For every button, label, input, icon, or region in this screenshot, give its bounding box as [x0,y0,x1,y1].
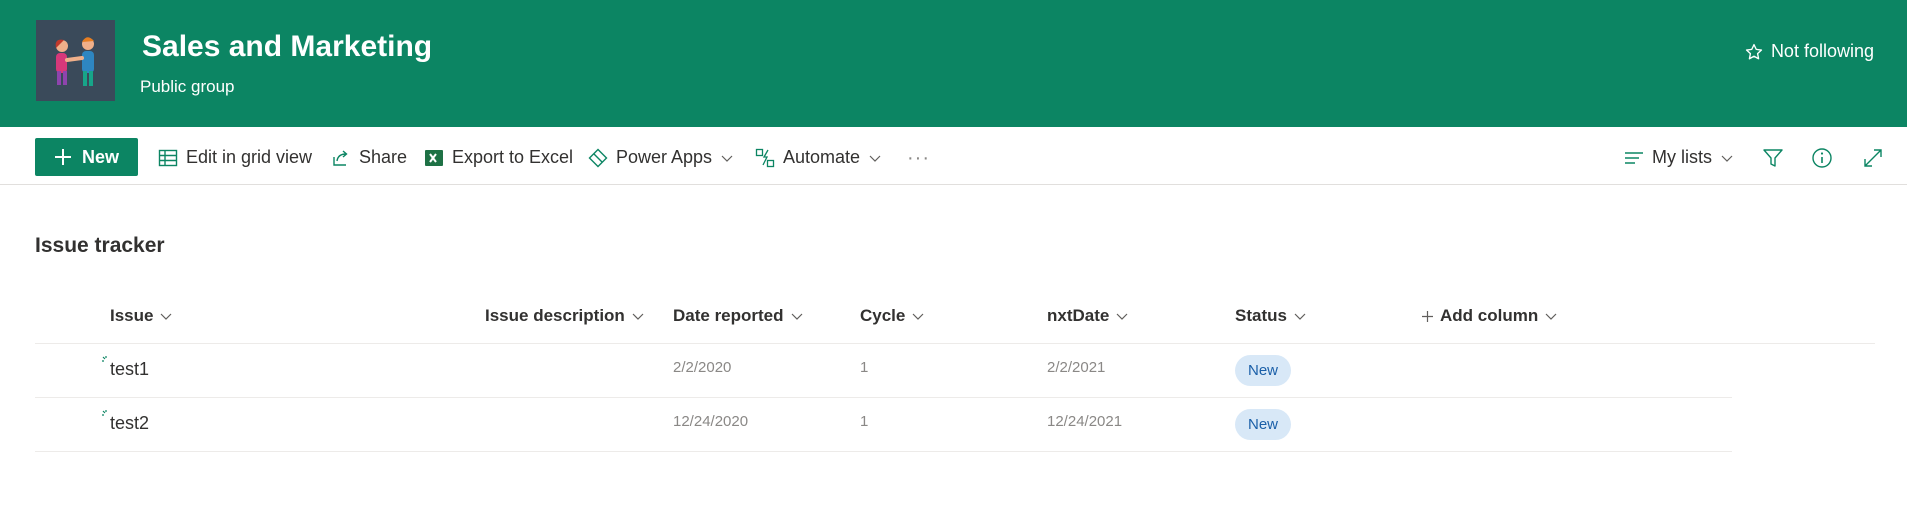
excel-icon [425,149,443,166]
issue-title-link[interactable]: test1 [110,359,149,380]
table-row[interactable]: test1 2/2/2020 1 2/2/2021 New [35,344,1732,398]
site-header: Sales and Marketing Public group Not fol… [0,0,1907,127]
power-apps-button[interactable]: Power Apps [588,147,734,168]
more-button[interactable]: ··· [907,147,930,170]
edit-grid-button[interactable]: Edit in grid view [158,147,312,168]
chevron-down-icon [721,155,733,162]
views-label: My lists [1652,147,1712,167]
handshake-icon [55,37,94,86]
status-badge: New [1235,355,1291,386]
nxtdate-cell: 12/24/2021 [1047,413,1123,430]
column-header-label: nxtDate [1047,306,1110,325]
column-header-label: Issue description [485,306,625,325]
expand-icon[interactable] [1862,147,1884,169]
command-bar: New Edit in grid view Share Export to Ex… [0,127,1907,185]
column-header-cycle[interactable]: Cycle [860,306,925,326]
column-header-label: Date reported [673,306,784,325]
share-label: Share [359,147,408,167]
filter-icon[interactable] [1762,147,1784,169]
new-label: New [81,146,119,167]
column-header-issue-description[interactable]: Issue description [485,306,645,326]
add-column-label: Add column [1440,306,1539,325]
grid-icon [158,149,178,166]
site-title[interactable]: Sales and Marketing [142,30,432,64]
edit-grid-label: Edit in grid view [186,147,313,167]
site-subtitle: Public group [140,77,235,96]
chevron-down-icon [1721,155,1733,162]
chevron-down-icon [1294,313,1306,320]
plus-icon [54,149,71,165]
chevron-down-icon [912,313,924,320]
export-label: Export to Excel [452,147,574,167]
column-header-date-reported[interactable]: Date reported [673,306,804,326]
share-icon [333,149,348,166]
follow-button[interactable]: Not following [1745,41,1874,62]
column-header-label: Cycle [860,306,906,325]
follow-label: Not following [1770,41,1874,61]
export-excel-button[interactable]: Export to Excel [424,147,573,168]
views-button[interactable]: My lists [1624,147,1734,168]
automate-icon [755,148,775,167]
column-header-nxtdate[interactable]: nxtDate [1047,306,1129,326]
date-reported-cell: 2/2/2020 [673,359,732,376]
list-title: Issue tracker [35,234,165,257]
chevron-down-icon [869,155,881,162]
new-button[interactable]: New [35,138,138,176]
column-header-status[interactable]: Status [1235,306,1307,326]
share-button[interactable]: Share [331,147,407,168]
automate-button[interactable]: Automate [755,147,882,168]
status-badge: New [1235,409,1291,440]
column-header-issue[interactable]: Issue [110,306,173,326]
column-header-label: Status [1235,306,1287,325]
chevron-down-icon [1116,313,1128,320]
power-apps-label: Power Apps [616,147,713,167]
date-reported-cell: 12/24/2020 [673,413,749,430]
column-header-label: Issue [110,306,154,325]
chevron-down-icon [1545,313,1557,320]
info-icon[interactable] [1811,147,1833,169]
cycle-cell: 1 [860,359,869,376]
nxtdate-cell: 2/2/2021 [1047,359,1106,376]
plus-icon [1422,310,1433,322]
add-column-button[interactable]: Add column [1421,306,1558,326]
list-view-icon [1625,151,1643,164]
issue-title-link[interactable]: test2 [110,413,149,434]
site-logo[interactable] [36,20,115,101]
power-apps-icon [588,148,608,167]
star-icon [1745,43,1763,59]
automate-label: Automate [783,147,861,167]
chevron-down-icon [161,313,172,320]
chevron-down-icon [632,313,644,320]
cycle-cell: 1 [860,413,869,430]
table-row[interactable]: test2 12/24/2020 1 12/24/2021 New [35,398,1732,452]
chevron-down-icon [791,313,802,320]
